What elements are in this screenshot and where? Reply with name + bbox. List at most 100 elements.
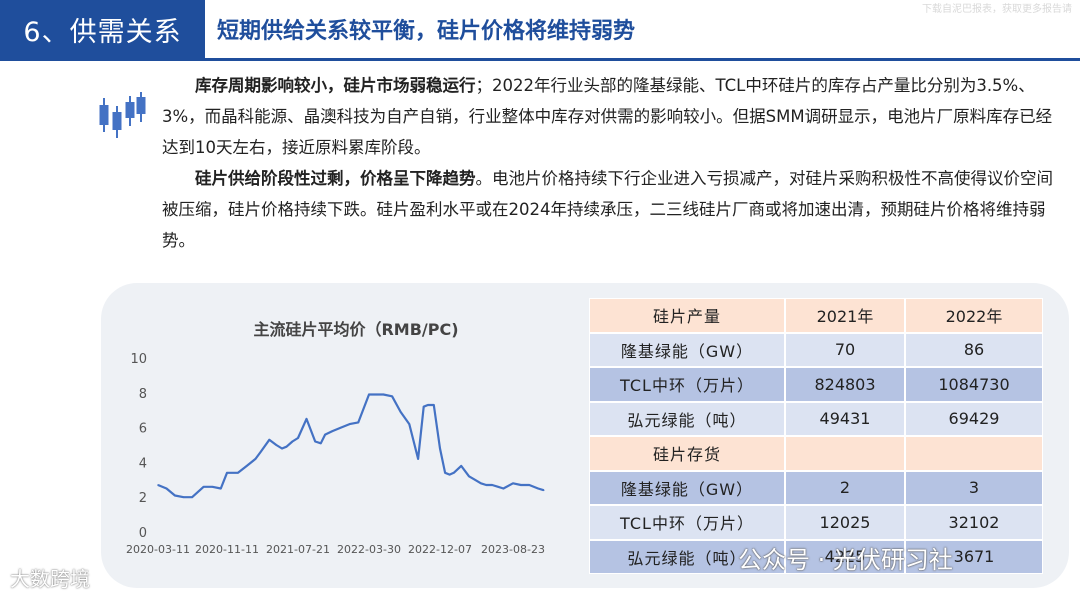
price-data-point [202, 486, 205, 488]
table-cell: 86 [905, 332, 1043, 367]
x-tick-label: 2021-07-21 [266, 543, 330, 556]
price-data-point [246, 465, 248, 467]
silicon-wafer-table: 硅片产量 2021年 2022年 隆基绿能（GW） 70 86 TCL中环（万片） 82480… [589, 298, 1043, 574]
price-data-point [320, 442, 322, 445]
price-data-point [340, 426, 342, 429]
table-cell: 824803 [785, 367, 905, 402]
price-data-point [237, 472, 239, 474]
y-tick-label: 0 [139, 526, 147, 541]
price-data-point [211, 486, 214, 488]
table-row: TCL中环（万片） 824803 1084730 [589, 367, 1043, 402]
price-data-point [285, 445, 288, 448]
price-data-point [391, 395, 393, 398]
price-data-point [324, 433, 326, 436]
price-data-point [542, 489, 545, 491]
price-data-point [460, 465, 463, 467]
table-cell: 弘元绿能（吨） [589, 401, 785, 436]
price-data-point [348, 423, 351, 425]
table-cell: 32102 [905, 505, 1043, 540]
price-data-point [448, 473, 451, 476]
table-header-cell: 硅片产量 [589, 298, 785, 333]
x-tick-label: 2023-08-23 [481, 543, 545, 556]
table-header-cell [905, 436, 1043, 471]
y-tick-label: 10 [130, 352, 147, 367]
x-tick-label: 2020-03-11 [126, 543, 190, 556]
table-cell: TCL中环（万片） [589, 367, 785, 402]
table-section-header: 硅片存货 [589, 436, 1043, 471]
x-tick-label: 2022-03-30 [337, 543, 401, 556]
price-data-point [254, 458, 257, 460]
price-data-point [453, 472, 455, 474]
chart-title: 主流硅片平均价（RMB/PC) [253, 320, 458, 339]
price-data-point [191, 496, 193, 498]
price-data-point [512, 482, 514, 485]
y-tick-label: 8 [139, 387, 147, 402]
price-data-point [502, 487, 505, 490]
paragraph-inventory-lead: 库存周期影响较小，硅片市场弱稳运行 [195, 76, 476, 95]
price-data-point [259, 451, 262, 453]
price-data-point [474, 479, 476, 481]
table-header-cell [785, 436, 905, 471]
table-cell: 3 [905, 470, 1043, 505]
price-data-point [174, 494, 176, 497]
y-tick-label: 4 [139, 456, 147, 471]
candlestick-chart-icon [99, 92, 146, 138]
price-data-point [182, 496, 185, 498]
price-data-point [220, 487, 222, 490]
price-data-point [468, 475, 470, 478]
table-row: TCL中环（万片） 12025 32102 [589, 505, 1043, 540]
table-cell: 12025 [785, 505, 905, 540]
paragraph-supply-lead: 硅片供给阶段性过剩，价格呈下降趋势 [195, 169, 476, 188]
section-number-title: 6、供需关系 [0, 0, 205, 58]
price-data-point [417, 458, 419, 460]
price-line-chart: 主流硅片平均价（RMB/PC) 0 2 4 6 8 10 2020-03-11 2020-1… [126, 320, 545, 556]
price-data-point [268, 439, 271, 441]
table-row: 隆基绿能（GW） 70 86 [589, 332, 1043, 367]
price-series-line [157, 393, 545, 499]
table-cell: 隆基绿能（GW） [589, 332, 785, 367]
header-divider [0, 58, 1080, 61]
x-tick-label: 2020-11-11 [195, 543, 259, 556]
table-cell: 2 [785, 470, 905, 505]
table-cell: TCL中环（万片） [589, 505, 785, 540]
x-tick-label: 2022-12-07 [408, 543, 472, 556]
price-data-point [433, 404, 435, 406]
price-data-point [491, 484, 494, 486]
table-cell: 69429 [905, 401, 1043, 436]
paragraph-inventory: 库存周期影响较小，硅片市场弱稳运行；2022年行业头部的隆基绿能、TCL中环硅片… [162, 70, 1062, 163]
price-data-point [226, 472, 228, 474]
table-section-header: 硅片产量 2021年 2022年 [589, 298, 1043, 333]
price-data-point [297, 437, 299, 439]
price-data-point [528, 484, 531, 486]
price-data-point [485, 484, 488, 486]
price-data-point [368, 393, 370, 396]
price-data-point [537, 487, 539, 490]
table-cell: 49431 [785, 401, 905, 436]
paragraph-supply: 硅片供给阶段性过剩，价格呈下降趋势。电池片价格持续下行企业进入亏损减产，对硅片采… [162, 163, 1062, 256]
table-cell: 1084730 [905, 367, 1043, 402]
price-data-point [439, 447, 441, 450]
price-data-point [480, 482, 482, 485]
price-data-point [427, 404, 429, 406]
table-header-cell: 2021年 [785, 298, 905, 333]
faint-header-text: 下载自泥巴报表，获取更多报告请 [922, 4, 1072, 15]
price-data-point [399, 411, 402, 413]
price-data-point [305, 418, 308, 420]
table-header-cell: 硅片存货 [589, 436, 785, 471]
price-data-point [444, 472, 446, 474]
y-tick-label: 2 [139, 491, 147, 506]
price-data-point [314, 440, 316, 443]
price-data-point [375, 393, 378, 396]
watermark-right: 公众号 · 光伏研习社 [738, 546, 953, 574]
price-data-point [408, 423, 411, 425]
price-data-point [291, 440, 294, 443]
table-header-cell: 2022年 [905, 298, 1043, 333]
price-data-point [497, 486, 499, 488]
table-cell: 70 [785, 332, 905, 367]
price-data-point [281, 447, 283, 450]
price-data-point [165, 487, 168, 490]
table-row: 隆基绿能（GW） 2 3 [589, 470, 1043, 505]
price-data-point [331, 430, 334, 432]
price-data-point [357, 421, 360, 424]
price-data-point [275, 444, 278, 446]
